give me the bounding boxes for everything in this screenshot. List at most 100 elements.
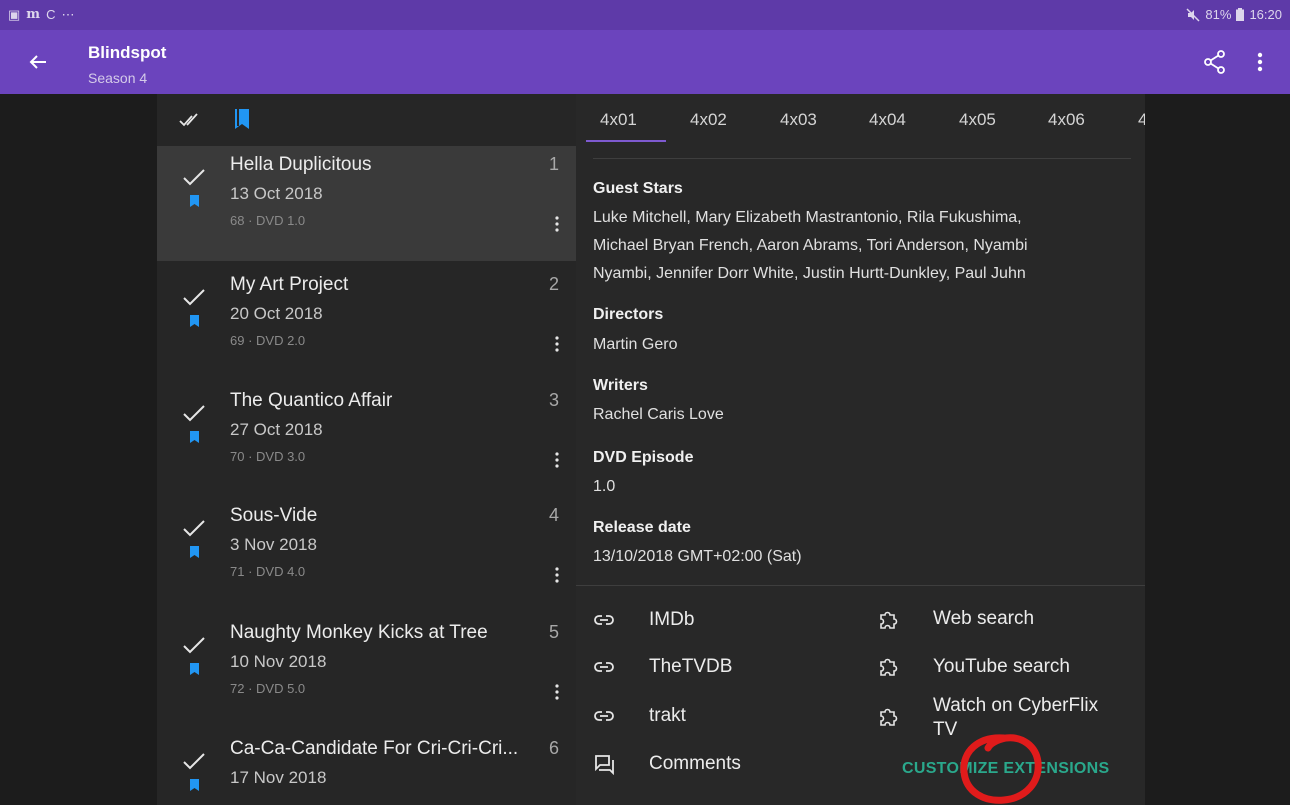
bookmark-icon[interactable] xyxy=(190,546,199,558)
status-bar: ▣ m C ⋯ 81% 16:20 xyxy=(0,0,1290,30)
episode-meta: 71 · DVD 4.0 xyxy=(230,564,306,579)
episode-meta: 72 · DVD 5.0 xyxy=(230,681,306,696)
episode-title: Ca-Ca-Candidate For Cri-Cri-Cri... xyxy=(230,738,519,759)
tab-4x03[interactable]: 4x03 xyxy=(780,110,817,130)
episode-date: 27 Oct 2018 xyxy=(230,420,323,439)
dvd-episode-value: 1.0 xyxy=(593,478,616,495)
episode-title: The Quantico Affair xyxy=(230,390,393,411)
dvd-episode-label: DVD Episode xyxy=(593,449,694,466)
mark-all-watched-icon[interactable] xyxy=(177,110,205,130)
comments-icon[interactable] xyxy=(593,753,615,775)
page-title: Blindspot xyxy=(88,43,167,62)
bookmark-icon[interactable] xyxy=(190,431,199,443)
watched-check-icon[interactable] xyxy=(181,750,207,772)
cyberflix-link-line2[interactable]: TV xyxy=(933,719,957,741)
clock: 16:20 xyxy=(1249,7,1282,22)
link-icon[interactable] xyxy=(593,656,615,678)
episode-date: 3 Nov 2018 xyxy=(230,535,317,554)
episode-row[interactable]: Ca-Ca-Candidate For Cri-Cri-Cri... 6 17 … xyxy=(157,730,576,805)
episode-row[interactable]: Sous-Vide 4 3 Nov 2018 71 · DVD 4.0 xyxy=(157,497,576,612)
watched-check-icon[interactable] xyxy=(181,166,207,188)
imdb-link[interactable]: IMDb xyxy=(649,609,694,631)
episode-date: 10 Nov 2018 xyxy=(230,652,327,671)
watched-check-icon[interactable] xyxy=(181,402,207,424)
active-tab-indicator xyxy=(586,140,666,142)
link-icon[interactable] xyxy=(593,609,615,631)
link-icon[interactable] xyxy=(593,705,615,727)
tab-4x06[interactable]: 4x06 xyxy=(1048,110,1085,130)
collection-bookmark-icon[interactable] xyxy=(233,108,251,130)
bookmark-icon[interactable] xyxy=(190,315,199,327)
episode-number: 1 xyxy=(548,154,559,174)
tab-4x02[interactable]: 4x02 xyxy=(690,110,727,130)
guest-stars-line-1: Luke Mitchell, Mary Elizabeth Mastranton… xyxy=(593,209,1022,226)
episode-title: My Art Project xyxy=(230,274,349,295)
episode-meta: 68 · DVD 1.0 xyxy=(230,213,306,228)
episode-title: Sous-Vide xyxy=(230,505,318,526)
tab-4x01[interactable]: 4x01 xyxy=(600,110,637,130)
episode-number: 6 xyxy=(548,738,559,758)
episode-detail-panel: 4x01 4x02 4x03 4x04 4x05 4x06 4 Guest St… xyxy=(576,94,1145,805)
bookmark-icon[interactable] xyxy=(190,663,199,675)
guest-stars-line-2: Michael Bryan French, Aaron Abrams, Tori… xyxy=(593,237,1028,254)
extension-puzzle-icon[interactable] xyxy=(877,609,899,631)
episode-number: 2 xyxy=(548,274,559,294)
release-date-value: 13/10/2018 GMT+02:00 (Sat) xyxy=(593,548,802,565)
right-gutter xyxy=(1145,94,1290,805)
share-icon[interactable] xyxy=(1201,48,1229,76)
episode-title: Hella Duplicitous xyxy=(230,154,372,175)
divider xyxy=(576,585,1145,586)
episode-menu-icon[interactable] xyxy=(552,334,562,354)
episode-menu-icon[interactable] xyxy=(552,565,562,585)
episode-tabs: 4x01 4x02 4x03 4x04 4x05 4x06 4 xyxy=(576,94,1145,144)
divider xyxy=(593,158,1131,159)
bookmark-icon[interactable] xyxy=(190,195,199,207)
app-bar: Blindspot Season 4 xyxy=(0,30,1290,94)
release-date-label: Release date xyxy=(593,519,691,536)
episode-row[interactable]: My Art Project 2 20 Oct 2018 69 · DVD 2.… xyxy=(157,266,576,381)
episode-number: 4 xyxy=(548,505,559,525)
watched-check-icon[interactable] xyxy=(181,517,207,539)
episode-row[interactable]: The Quantico Affair 3 27 Oct 2018 70 · D… xyxy=(157,382,576,497)
overflow-dots-icon: ⋯ xyxy=(61,7,75,22)
watched-check-icon[interactable] xyxy=(181,286,207,308)
trakt-link[interactable]: trakt xyxy=(649,705,686,727)
episode-row[interactable]: Naughty Monkey Kicks at Tree 5 10 Nov 20… xyxy=(157,614,576,729)
image-icon: ▣ xyxy=(8,7,21,22)
extension-puzzle-icon[interactable] xyxy=(877,656,899,678)
episode-meta: 70 · DVD 3.0 xyxy=(230,449,306,464)
extension-puzzle-icon[interactable] xyxy=(877,706,899,728)
tab-4x04[interactable]: 4x04 xyxy=(869,110,906,130)
thetvdb-link[interactable]: TheTVDB xyxy=(649,656,732,678)
episode-date: 17 Nov 2018 xyxy=(230,768,327,787)
episode-number: 3 xyxy=(548,390,559,410)
episode-menu-icon[interactable] xyxy=(552,214,562,234)
episode-menu-icon[interactable] xyxy=(552,450,562,470)
tab-4x05[interactable]: 4x05 xyxy=(959,110,996,130)
episode-date: 20 Oct 2018 xyxy=(230,304,323,323)
page-subtitle: Season 4 xyxy=(88,70,148,86)
guest-stars-label: Guest Stars xyxy=(593,180,683,197)
guest-stars-line-3: Nyambi, Jennifer Dorr White, Justin Hurt… xyxy=(593,265,1026,282)
episode-meta: 69 · DVD 2.0 xyxy=(230,333,306,348)
m-icon: m xyxy=(26,7,41,22)
episode-date: 13 Oct 2018 xyxy=(230,184,323,203)
watched-check-icon[interactable] xyxy=(181,634,207,656)
directors-value: Martin Gero xyxy=(593,336,678,353)
youtube-search-link[interactable]: YouTube search xyxy=(933,656,1070,678)
web-search-link[interactable]: Web search xyxy=(933,608,1034,630)
battery-icon xyxy=(1236,8,1245,21)
c-icon: C xyxy=(46,7,56,22)
cyberflix-link-line1[interactable]: Watch on CyberFlix xyxy=(933,695,1098,717)
comments-link[interactable]: Comments xyxy=(649,753,741,775)
episode-menu-icon[interactable] xyxy=(552,682,562,702)
bookmark-icon[interactable] xyxy=(190,779,199,791)
red-circle-annotation xyxy=(960,734,1042,804)
back-arrow-icon[interactable] xyxy=(24,48,52,76)
episode-title: Naughty Monkey Kicks at Tree xyxy=(230,622,488,643)
tab-partial[interactable]: 4 xyxy=(1138,110,1145,130)
mute-icon xyxy=(1186,7,1200,22)
more-vert-icon[interactable] xyxy=(1248,48,1272,76)
left-gutter xyxy=(0,94,157,805)
episode-row[interactable]: Hella Duplicitous 1 13 Oct 2018 68 · DVD… xyxy=(157,146,576,261)
